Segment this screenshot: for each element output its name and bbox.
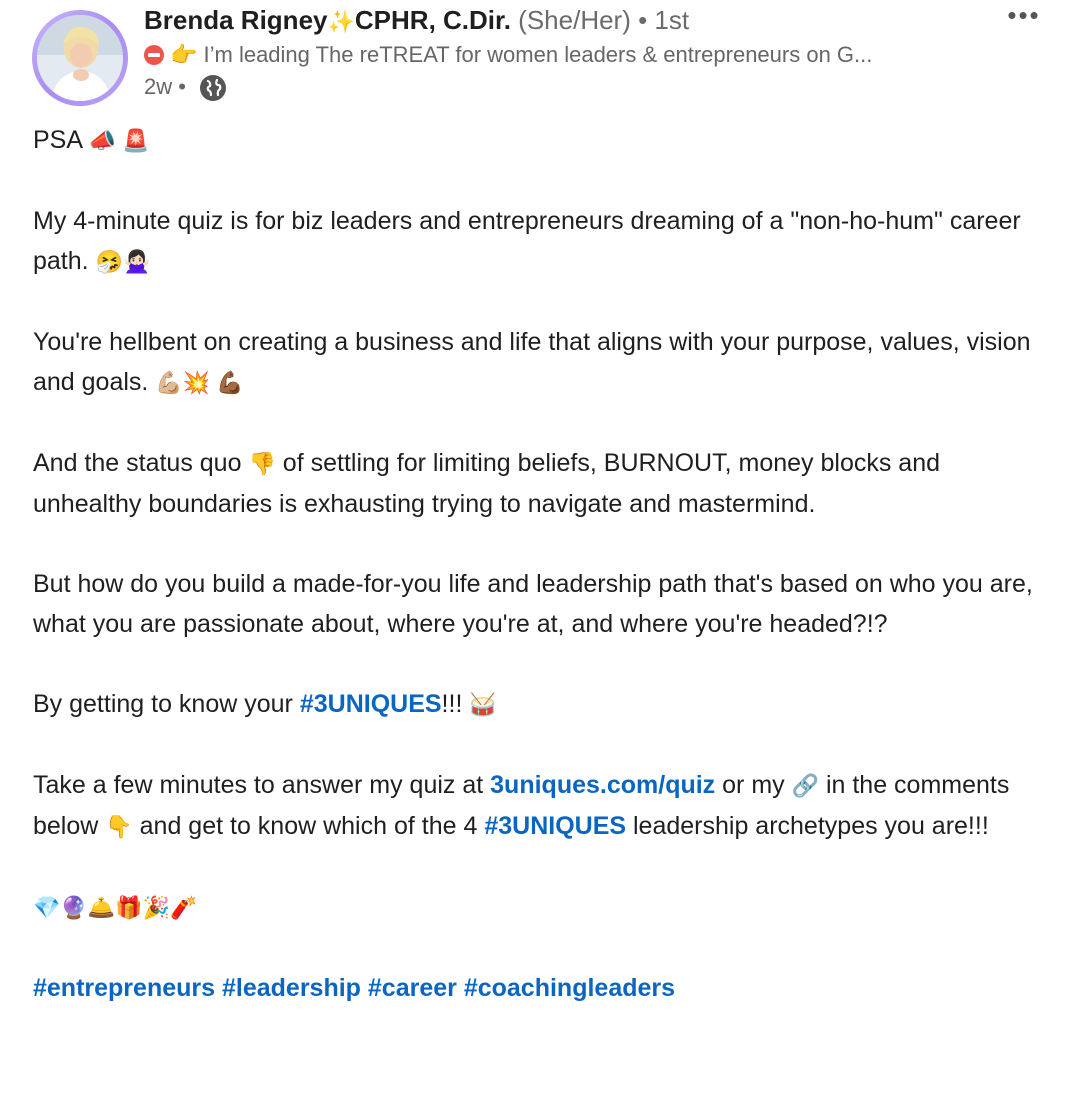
paragraph-6-text-a: By getting to know your bbox=[33, 690, 293, 718]
gem-crystal-bell-gift-party-firecracker-icons: 💎🔮🛎️🎁🎉🧨 bbox=[33, 895, 198, 920]
flex-boom-icons: 💪🏼💥 💪🏾 bbox=[155, 370, 244, 395]
paragraph-7-text-e: leadership archetypes you are!!! bbox=[633, 812, 989, 840]
more-options-button[interactable]: ••• bbox=[1000, 2, 1048, 30]
thumbs-down-icon: 👎 bbox=[248, 451, 276, 476]
hashtag-row: #entrepreneurs #leadership #career #coac… bbox=[33, 968, 1053, 1008]
stop-sign-icon bbox=[144, 45, 164, 65]
paragraph-7-text-b: or my bbox=[722, 771, 785, 799]
sparkle-icon: ✨ bbox=[327, 9, 355, 34]
sneeze-gesture-icons: 🤧🙅🏻‍♀️ bbox=[95, 249, 151, 274]
connection-degree: • 1st bbox=[638, 5, 690, 35]
author-headline[interactable]: 👉 I’m leading The reTREAT for women lead… bbox=[144, 40, 974, 70]
pointing-down-icon: 👇 bbox=[105, 814, 133, 839]
author-avatar[interactable] bbox=[32, 10, 128, 106]
paragraph-2: My 4-minute quiz is for biz leaders and … bbox=[33, 201, 1053, 282]
paragraph-6: By getting to know your #3UNIQUES!!! 🥁 bbox=[33, 684, 1053, 725]
paragraph-1: PSA 📣 🚨 bbox=[33, 120, 1053, 161]
headline-text: 👉 I’m leading The reTREAT for women lead… bbox=[170, 42, 873, 67]
hashtag-3uniques-link[interactable]: #3UNIQUES bbox=[300, 690, 442, 718]
hashtag-3uniques-link-2[interactable]: #3UNIQUES bbox=[484, 812, 626, 840]
post-time: 2w • bbox=[144, 74, 186, 99]
author-name[interactable]: Brenda Rigney bbox=[144, 5, 328, 35]
link-icon: 🔗 bbox=[791, 773, 819, 798]
author-pronouns: (She/Her) bbox=[518, 5, 631, 35]
paragraph-6-text-b: !!! bbox=[441, 690, 463, 718]
feed-post: Brenda Rigney✨CPHR, C.Dir. (She/Her) • 1… bbox=[0, 0, 1076, 1096]
hashtag-entrepreneurs-link[interactable]: #entrepreneurs bbox=[33, 974, 215, 1002]
author-credentials[interactable]: CPHR, C.Dir. bbox=[355, 5, 511, 35]
paragraph-5: But how do you build a made-for-you life… bbox=[33, 564, 1053, 644]
paragraph-8: 💎🔮🛎️🎁🎉🧨 bbox=[33, 887, 1053, 928]
globe-icon bbox=[200, 75, 227, 101]
paragraph-7: Take a few minutes to answer my quiz at … bbox=[33, 765, 1053, 847]
paragraph-3: You're hellbent on creating a business a… bbox=[33, 322, 1053, 403]
paragraph-2-text: My 4-minute quiz is for biz leaders and … bbox=[33, 207, 1021, 275]
paragraph-5-text: But how do you build a made-for-you life… bbox=[33, 570, 1033, 638]
megaphone-siren-icons: 📣 🚨 bbox=[88, 128, 150, 153]
paragraph-4: And the status quo 👎 of settling for lim… bbox=[33, 443, 1053, 524]
paragraph-7-text-d: and get to know which of the 4 bbox=[139, 812, 478, 840]
quiz-url-link[interactable]: 3uniques.com/quiz bbox=[490, 771, 715, 799]
paragraph-4-text-a: And the status quo bbox=[33, 449, 242, 477]
post-body: PSA 📣 🚨 My 4-minute quiz is for biz lead… bbox=[33, 120, 1053, 1008]
hashtag-career-link[interactable]: #career bbox=[368, 974, 457, 1002]
psa-text: PSA bbox=[33, 126, 82, 154]
paragraph-7-text-a: Take a few minutes to answer my quiz at bbox=[33, 771, 484, 799]
author-name-line: Brenda Rigney✨CPHR, C.Dir. (She/Her) • 1… bbox=[144, 4, 689, 36]
drum-icon: 🥁 bbox=[469, 692, 497, 717]
hashtag-coachingleaders-link[interactable]: #coachingleaders bbox=[464, 974, 675, 1002]
avatar-photo bbox=[37, 15, 123, 101]
hashtag-leadership-link[interactable]: #leadership bbox=[222, 974, 361, 1002]
post-meta: 2w • bbox=[144, 72, 227, 102]
